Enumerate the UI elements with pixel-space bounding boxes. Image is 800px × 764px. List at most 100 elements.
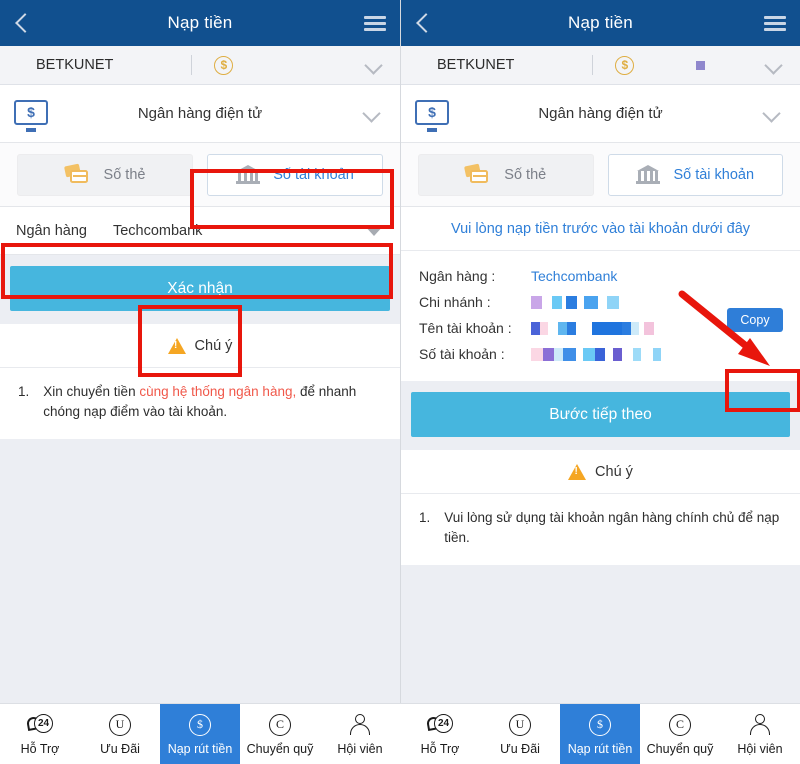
- nav-item-member[interactable]: Hội viên: [320, 704, 400, 764]
- masked-value-account-number: [531, 347, 661, 361]
- tab-account-number[interactable]: Số tài khoản: [607, 153, 783, 196]
- dual-panel-container: Nạp tiền BETKUNET $ $ Ngân hàng điện tử: [0, 0, 800, 703]
- tab-bar: Số thẻ Số tài khoản: [0, 143, 400, 207]
- account-bar[interactable]: BETKUNET $: [401, 46, 800, 85]
- payment-method-row[interactable]: $ Ngân hàng điện tử: [401, 85, 800, 143]
- member-person-icon: [349, 713, 371, 737]
- tab-account-number-label: Số tài khoản: [673, 166, 755, 183]
- nav-label: Nạp rút tiền: [567, 741, 633, 756]
- masked-balance: [696, 60, 706, 70]
- detail-value-bank: Techcombank: [531, 268, 618, 284]
- hamburger-menu-icon[interactable]: [764, 13, 786, 34]
- next-button-wrap: Bước tiếp theo: [401, 381, 800, 450]
- notice-text: Xin chuyển tiền cùng hệ thống ngân hàng,…: [43, 382, 382, 423]
- payment-method-label: Ngân hàng điện tử: [137, 105, 263, 122]
- credit-cards-icon: [63, 163, 91, 185]
- tab-card-number-label: Số thẻ: [504, 166, 547, 183]
- tab-account-number-label: Số tài khoản: [273, 166, 354, 183]
- chevron-down-icon[interactable]: [367, 59, 380, 72]
- bank-building-icon: [636, 164, 661, 185]
- header-bar: Nạp tiền: [0, 0, 400, 46]
- notice-item-number: 1.: [419, 510, 431, 525]
- notice-title: Chú ý: [194, 337, 233, 354]
- chevron-down-icon[interactable]: [365, 107, 378, 120]
- hamburger-menu-icon[interactable]: [364, 13, 386, 34]
- bank-select-row[interactable]: Ngân hàng Techcombank: [0, 207, 400, 255]
- account-username: BETKUNET: [36, 57, 114, 73]
- dollar-coin-icon: $: [214, 55, 234, 75]
- support-24-icon: 24: [25, 713, 53, 737]
- bottom-navigation: 24 Hỗ Trợ U Ưu Đãi $ Nạp rút tiền C Chuy…: [0, 703, 800, 764]
- promotion-u-icon: U: [509, 713, 531, 737]
- warning-triangle-icon: [568, 463, 587, 480]
- notice-title: Chú ý: [595, 463, 633, 480]
- caret-down-icon[interactable]: [364, 225, 384, 236]
- chevron-left-icon[interactable]: [14, 15, 30, 31]
- tab-account-number[interactable]: Số tài khoản: [207, 153, 383, 196]
- masked-value-account-name: [531, 321, 654, 335]
- nav-label: Chuyển quỹ: [246, 741, 314, 756]
- nav-label: Nạp rút tiền: [167, 741, 233, 756]
- nav-item-promotion[interactable]: U Ưu Đãi: [80, 704, 160, 764]
- credit-cards-icon: [464, 163, 491, 185]
- nav-label: Hội viên: [337, 741, 383, 756]
- bank-select-label: Ngân hàng: [16, 222, 87, 239]
- warning-triangle-icon: [167, 337, 186, 354]
- next-step-button[interactable]: Bước tiếp theo: [411, 392, 790, 437]
- chevron-left-icon[interactable]: [415, 15, 431, 31]
- account-username: BETKUNET: [437, 57, 515, 73]
- bottom-nav-right: 24 Hỗ Trợ U Ưu Đãi $ Nạp rút tiền C Chuy…: [400, 704, 800, 764]
- nav-item-deposit[interactable]: $ Nạp rút tiền: [160, 704, 240, 764]
- nav-item-support[interactable]: 24 Hỗ Trợ: [0, 704, 80, 764]
- divider: [592, 55, 594, 75]
- deposit-dollar-icon: $: [589, 713, 611, 737]
- nav-label: Hội viên: [737, 741, 783, 756]
- detail-row-bank: Ngân hàng : Techcombank: [401, 263, 800, 289]
- member-person-icon: [749, 713, 771, 737]
- tab-card-number-label: Số thẻ: [103, 166, 146, 183]
- deposit-instruction-title: Vui lòng nạp tiền trước vào tài khoản dư…: [401, 207, 800, 251]
- nav-label: Chuyển quỹ: [646, 741, 714, 756]
- right-phone-panel: Nạp tiền BETKUNET $ $ Ngân hàng điện tử: [400, 0, 800, 703]
- page-title: Nạp tiền: [167, 13, 233, 32]
- bank-select-value: Techcombank: [112, 222, 203, 239]
- bottom-nav-left: 24 Hỗ Trợ U Ưu Đãi $ Nạp rút tiền C Chuy…: [0, 704, 400, 764]
- notice-text-before: Xin chuyển tiền: [43, 384, 140, 399]
- detail-key: Chi nhánh :: [419, 294, 491, 310]
- transfer-c-icon: C: [269, 713, 291, 737]
- bank-account-details: Ngân hàng : Techcombank Chi nhánh : Tên …: [401, 251, 800, 381]
- dollar-coin-icon: $: [615, 55, 635, 75]
- header-bar: Nạp tiền: [401, 0, 800, 46]
- app-screenshot: Nạp tiền BETKUNET $ $ Ngân hàng điện tử: [0, 0, 800, 764]
- chevron-down-icon[interactable]: [765, 107, 778, 120]
- nav-label: Hỗ Trợ: [420, 741, 460, 756]
- nav-item-member[interactable]: Hội viên: [720, 704, 800, 764]
- notice-text-highlight: cùng hệ thống ngân hàng,: [139, 384, 297, 399]
- account-bar[interactable]: BETKUNET $: [0, 46, 400, 85]
- nav-item-deposit[interactable]: $ Nạp rút tiền: [560, 704, 640, 764]
- deposit-dollar-icon: $: [189, 713, 211, 737]
- tab-card-number[interactable]: Số thẻ: [418, 153, 594, 196]
- nav-item-promotion[interactable]: U Ưu Đãi: [480, 704, 560, 764]
- chevron-down-icon[interactable]: [767, 59, 780, 72]
- nav-label: Ưu Đãi: [500, 741, 540, 756]
- nav-item-transfer[interactable]: C Chuyển quỹ: [240, 704, 320, 764]
- transfer-c-icon: C: [669, 713, 691, 737]
- notice-body-right: 1. Vui lòng sử dụng tài khoản ngân hàng …: [401, 494, 800, 565]
- tab-bar: Số thẻ Số tài khoản: [401, 143, 800, 207]
- notice-header-right: Chú ý: [401, 450, 800, 494]
- detail-key: Tên tài khoản :: [419, 320, 512, 336]
- detail-key: Số tài khoản :: [419, 346, 505, 362]
- page-title: Nạp tiền: [568, 13, 633, 32]
- confirm-button[interactable]: Xác nhận: [10, 266, 390, 311]
- notice-text: Vui lòng sử dụng tài khoản ngân hàng chí…: [444, 510, 780, 546]
- bank-building-icon: [236, 164, 261, 185]
- nav-label: Ưu Đãi: [100, 741, 140, 756]
- copy-button[interactable]: Copy: [727, 308, 783, 332]
- promotion-u-icon: U: [109, 713, 131, 737]
- nav-item-support[interactable]: 24 Hỗ Trợ: [400, 704, 480, 764]
- payment-method-row[interactable]: $ Ngân hàng điện tử: [0, 85, 400, 143]
- tab-card-number[interactable]: Số thẻ: [17, 153, 193, 196]
- nav-item-transfer[interactable]: C Chuyển quỹ: [640, 704, 720, 764]
- nav-label: Hỗ Trợ: [20, 741, 60, 756]
